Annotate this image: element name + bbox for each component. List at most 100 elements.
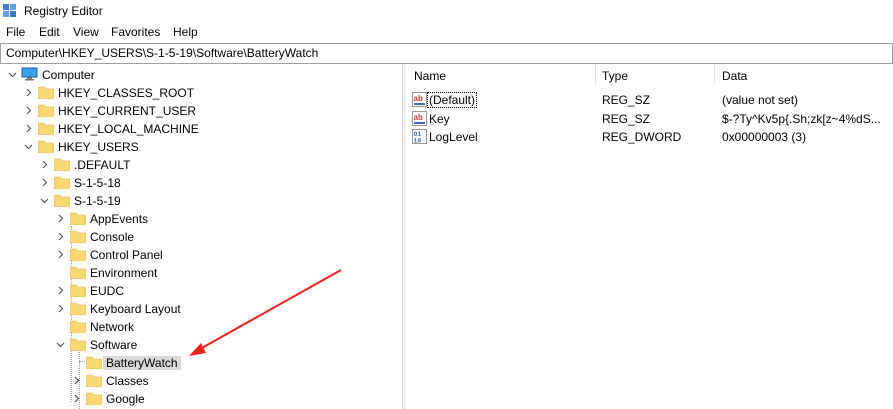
tree-pane[interactable]: Computer HKEY_CLASSES_ROOT HKEY_CURRENT_… <box>0 64 403 409</box>
chevron-down-icon[interactable] <box>40 196 49 204</box>
chevron-right-icon[interactable] <box>56 250 64 259</box>
chevron-right-icon[interactable] <box>24 88 32 97</box>
folder-icon <box>69 301 87 316</box>
folder-icon <box>53 157 71 172</box>
tree-node-hkey-local-machine[interactable]: HKEY_LOCAL_MACHINE <box>0 120 400 138</box>
tree-label: HKEY_LOCAL_MACHINE <box>58 122 199 136</box>
column-header-data[interactable]: Data <box>722 69 747 83</box>
value-name: LogLevel <box>429 130 478 144</box>
tree-label: Keyboard Layout <box>90 302 181 316</box>
folder-open-icon <box>37 139 55 154</box>
tree-label: Computer <box>42 68 95 82</box>
column-divider[interactable] <box>595 64 596 86</box>
value-type: REG_SZ <box>602 93 651 107</box>
tree-node-computer[interactable]: Computer <box>0 66 400 84</box>
string-value-icon: ab <box>412 111 427 126</box>
tree-node-appevents[interactable]: AppEvents <box>0 210 400 228</box>
folder-icon <box>69 265 87 280</box>
tree-node-hkey-classes-root[interactable]: HKEY_CLASSES_ROOT <box>0 84 400 102</box>
tree-node-environment[interactable]: Environment <box>0 264 400 282</box>
chevron-right-icon[interactable] <box>40 178 48 187</box>
title-bar: Registry Editor <box>0 0 893 22</box>
tree-node-software[interactable]: Software <box>0 336 400 354</box>
computer-icon <box>21 67 38 81</box>
folder-icon <box>85 355 103 370</box>
tree-node-hkey-current-user[interactable]: HKEY_CURRENT_USER <box>0 102 400 120</box>
column-header-name[interactable]: Name <box>414 69 446 83</box>
folder-open-icon <box>69 337 87 352</box>
chevron-right-icon[interactable] <box>24 124 32 133</box>
value-data: 0x00000003 (3) <box>722 130 807 144</box>
tree-label: S-1-5-18 <box>74 176 121 190</box>
chevron-right-icon[interactable] <box>56 232 64 241</box>
tree-node-default[interactable]: .DEFAULT <box>0 156 400 174</box>
tree-label: EUDC <box>90 284 125 298</box>
menu-help[interactable]: Help <box>173 25 198 39</box>
tree-label: Network <box>90 320 135 334</box>
value-data: (value not set) <box>722 93 799 107</box>
tree-label: Software <box>90 338 138 352</box>
tree-node-hkey-users[interactable]: HKEY_USERS <box>0 138 400 156</box>
tree-node-control-panel[interactable]: Control Panel <box>0 246 400 264</box>
tree-label: AppEvents <box>90 212 149 226</box>
chevron-right-icon[interactable] <box>72 376 80 385</box>
folder-icon <box>69 283 87 298</box>
menu-view[interactable]: View <box>73 25 99 39</box>
chevron-right-icon[interactable] <box>72 394 80 403</box>
svg-text:ab: ab <box>414 94 423 103</box>
menu-edit[interactable]: Edit <box>39 25 60 39</box>
chevron-down-icon[interactable] <box>8 70 17 78</box>
chevron-right-icon[interactable] <box>56 286 64 295</box>
tree-label-selected: BatteryWatch <box>103 356 181 370</box>
tree-node-eudc[interactable]: EUDC <box>0 282 400 300</box>
menu-favorites[interactable]: Favorites <box>111 25 160 39</box>
tree-node-s-1-5-19[interactable]: S-1-5-19 <box>0 192 400 210</box>
chevron-down-icon[interactable] <box>24 142 33 150</box>
value-row-key[interactable]: ab Key REG_SZ $-?Ty^Kv5p{.Sh;zk[z~4%dS..… <box>406 110 893 128</box>
value-name: (Default) <box>426 92 478 108</box>
value-name: Key <box>429 112 450 126</box>
folder-icon <box>53 175 71 190</box>
column-divider[interactable] <box>714 64 715 86</box>
tree-label: HKEY_USERS <box>58 140 139 154</box>
tree-node-classes[interactable]: Classes <box>0 372 400 390</box>
address-path[interactable]: Computer\HKEY_USERS\S-1-5-19\Software\Ba… <box>6 46 318 60</box>
chevron-down-icon[interactable] <box>56 340 65 348</box>
chevron-right-icon[interactable] <box>56 304 64 313</box>
folder-icon <box>37 121 55 136</box>
folder-icon <box>85 391 103 406</box>
tree-node-network[interactable]: Network <box>0 318 400 336</box>
tree-label: Classes <box>106 374 149 388</box>
folder-icon <box>69 229 87 244</box>
value-row-default[interactable]: ab (Default) REG_SZ (value not set) <box>406 91 893 109</box>
folder-icon <box>37 103 55 118</box>
menu-file[interactable]: File <box>6 25 25 39</box>
folder-icon <box>69 319 87 334</box>
folder-icon <box>37 85 55 100</box>
tree-node-keyboard-layout[interactable]: Keyboard Layout <box>0 300 400 318</box>
chevron-right-icon[interactable] <box>24 106 32 115</box>
tree-label: Control Panel <box>90 248 163 262</box>
value-row-loglevel[interactable]: 01 10 LogLevel REG_DWORD 0x00000003 (3) <box>406 128 893 146</box>
chevron-right-icon[interactable] <box>56 214 64 223</box>
tree-label: S-1-5-19 <box>74 194 121 208</box>
window-title: Registry Editor <box>24 4 103 18</box>
tree-label: Environment <box>90 266 158 280</box>
tree-node-google[interactable]: Google <box>0 390 400 408</box>
tree-label: HKEY_CURRENT_USER <box>58 104 197 118</box>
tree-node-batterywatch[interactable]: BatteryWatch <box>0 354 400 372</box>
svg-text:10: 10 <box>414 138 422 145</box>
tree-node-s-1-5-18[interactable]: S-1-5-18 <box>0 174 400 192</box>
tree-label: .DEFAULT <box>74 158 131 172</box>
tree-node-console[interactable]: Console <box>0 228 400 246</box>
value-type: REG_DWORD <box>602 130 682 144</box>
address-bar[interactable]: Computer\HKEY_USERS\S-1-5-19\Software\Ba… <box>0 43 893 64</box>
chevron-right-icon[interactable] <box>40 160 48 169</box>
values-pane[interactable]: Name Type Data ab (Default) REG_SZ (valu… <box>406 64 893 409</box>
tree-label: Google <box>106 392 145 406</box>
folder-open-icon <box>53 193 71 208</box>
folder-icon <box>85 373 103 388</box>
registry-editor-icon <box>3 4 17 18</box>
column-header-type[interactable]: Type <box>602 69 628 83</box>
value-data: $-?Ty^Kv5p{.Sh;zk[z~4%dS... <box>722 112 881 126</box>
